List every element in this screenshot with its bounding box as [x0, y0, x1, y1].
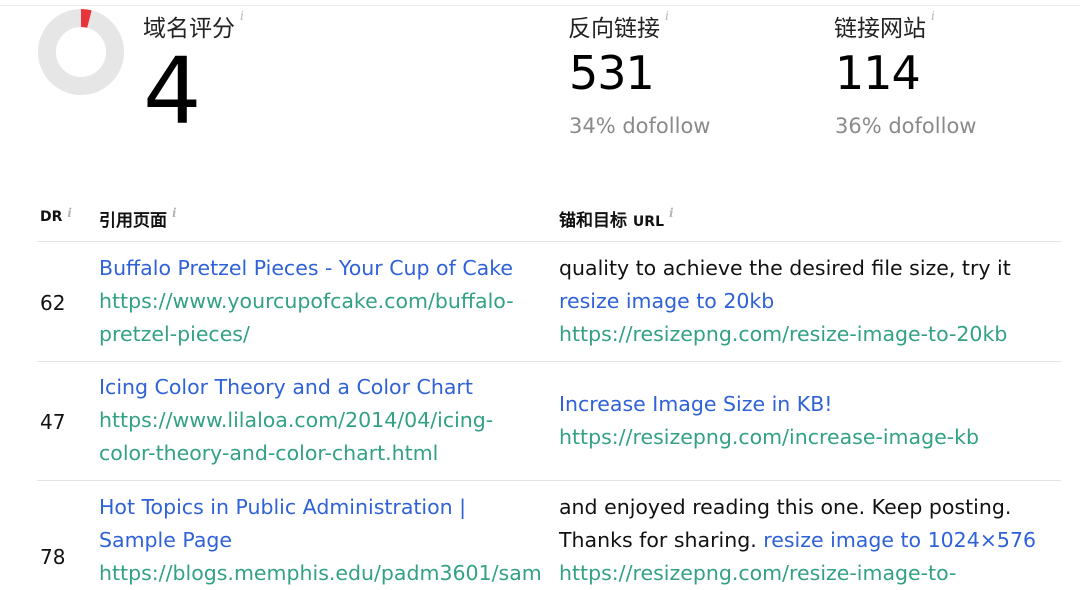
header-divider — [37, 241, 1061, 242]
info-icon[interactable]: i — [669, 206, 674, 220]
referring-page-title[interactable]: Hot Topics in Public Administration | — [99, 491, 542, 524]
linking-sites-label: 链接网站 i — [834, 9, 935, 43]
anchor-link[interactable]: resize image to 20kb — [559, 285, 1011, 318]
info-icon[interactable]: i — [67, 206, 72, 220]
dr-column-header[interactable]: DR i — [40, 206, 72, 226]
referring-page-url[interactable]: color-theory-and-color-chart.html — [99, 437, 493, 470]
referring-page-column-header[interactable]: 引用页面 i — [99, 206, 177, 231]
info-icon[interactable]: i — [665, 9, 669, 23]
donut-track — [38, 9, 124, 95]
referring-page-title[interactable]: Icing Color Theory and a Color Chart — [99, 371, 493, 404]
anchor-target-cell: and enjoyed reading this one. Keep posti… — [559, 491, 1036, 590]
linking-sites-dofollow: 36% dofollow — [835, 114, 977, 138]
dr-value: 62 — [40, 291, 66, 315]
referring-page-title[interactable]: Buffalo Pretzel Pieces - Your Cup of Cak… — [99, 252, 514, 285]
dr-value: 47 — [40, 410, 66, 434]
anchor-target-header-url: URL — [632, 214, 664, 230]
domain-rating-value: 4 — [143, 38, 202, 145]
anchor-context-text: and enjoyed reading this one. Keep posti… — [559, 495, 1012, 519]
info-icon[interactable]: i — [240, 9, 244, 23]
referring-page-url[interactable]: pretzel-pieces/ — [99, 318, 514, 351]
anchor-target-cell: Increase Image Size in KB! https://resiz… — [559, 388, 979, 454]
dr-value: 78 — [40, 545, 66, 569]
anchor-link[interactable]: resize image to 1024×576 — [763, 528, 1036, 552]
top-divider — [0, 5, 1080, 6]
anchor-context-text: quality to achieve the desired file size… — [559, 256, 1011, 280]
domain-rating-donut-chart — [38, 9, 124, 95]
linking-sites-value: 114 — [835, 46, 921, 100]
referring-page-title[interactable]: Sample Page — [99, 524, 542, 557]
referring-page-url[interactable]: https://blogs.memphis.edu/padm3601/sam — [99, 557, 542, 590]
target-url[interactable]: https://resizepng.com/resize-image-to- — [559, 557, 1036, 590]
backlinks-value: 531 — [569, 46, 655, 100]
referring-page-cell: Hot Topics in Public Administration | Sa… — [99, 491, 542, 590]
anchor-target-cell: quality to achieve the desired file size… — [559, 252, 1011, 351]
backlinks-label: 反向链接 i — [568, 9, 669, 43]
backlinks-label-text: 反向链接 — [568, 16, 660, 42]
info-icon[interactable]: i — [931, 9, 935, 23]
referring-page-url[interactable]: https://www.lilaloa.com/2014/04/icing- — [99, 404, 493, 437]
referring-page-header-text: 引用页面 — [99, 211, 167, 231]
target-url[interactable]: https://resizepng.com/resize-image-to-20… — [559, 318, 1011, 351]
row-divider — [37, 480, 1061, 481]
linking-sites-label-text: 链接网站 — [834, 16, 926, 42]
anchor-link[interactable]: Increase Image Size in KB! — [559, 388, 979, 421]
anchor-prefix-text: Thanks for sharing. — [559, 528, 757, 552]
info-icon[interactable]: i — [172, 206, 177, 220]
anchor-target-column-header[interactable]: 锚和目标 URL i — [559, 206, 674, 231]
anchor-target-header-text: 锚和目标 — [559, 211, 627, 231]
target-url[interactable]: https://resizepng.com/increase-image-kb — [559, 421, 979, 454]
backlinks-dofollow: 34% dofollow — [569, 114, 711, 138]
row-divider — [37, 361, 1061, 362]
referring-page-url[interactable]: https://www.yourcupofcake.com/buffalo- — [99, 285, 514, 318]
referring-page-cell: Buffalo Pretzel Pieces - Your Cup of Cak… — [99, 252, 514, 351]
dr-header-text: DR — [40, 209, 63, 225]
referring-page-cell: Icing Color Theory and a Color Chart htt… — [99, 371, 493, 470]
